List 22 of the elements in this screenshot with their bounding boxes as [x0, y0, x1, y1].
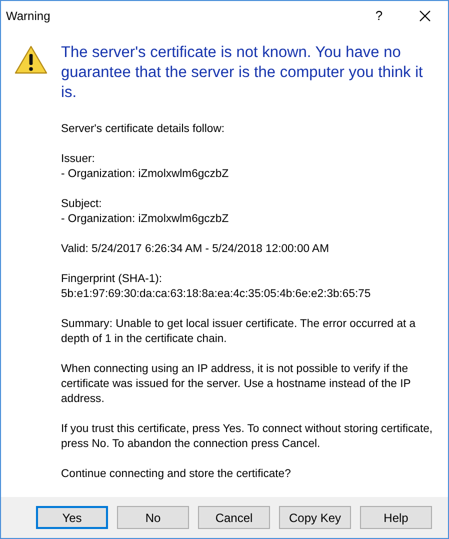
dialog-button[interactable]: Help	[360, 506, 432, 529]
message-text: 5b:e1:97:69:30:da:ca:63:18:8a:ea:4c:35:05:4b:6e:e2:3b:65:75	[61, 287, 372, 302]
message-text: Continue connecting and store the certificate?	[61, 467, 292, 482]
dialog-button[interactable]: No	[117, 506, 189, 529]
warning-icon	[14, 45, 48, 75]
dialog-button[interactable]: Yes	[36, 506, 108, 529]
message-text: Valid: 5/24/2017 6:26:34 AM - 5/24/2018 12:00:00 AM	[61, 242, 330, 257]
dialog-button[interactable]: Cancel	[198, 506, 270, 529]
message-text: - Organization: iZmolxwlm6gczbZ	[61, 167, 230, 182]
close-icon	[419, 10, 431, 22]
message-text: Server's certificate details follow:	[61, 122, 226, 137]
dialog-button[interactable]: Copy Key	[279, 506, 351, 529]
warning-heading: The server's certificate is not known. You have no guarantee that the server is the computer you think it is.	[61, 43, 424, 103]
help-button[interactable]: ?	[356, 1, 402, 30]
window-title: Warning	[5, 8, 52, 22]
message-text: Fingerprint (SHA-1):	[61, 272, 164, 287]
message-text: Subject:	[61, 197, 103, 212]
message-text: If you trust this certificate, press Yes. To connect without storing certificate, press No. To abandon the connection press Cancel.	[61, 422, 433, 452]
message-text: Summary: Unable to get local issuer certificate. The error occurred at a depth of 1 in the certificate chain.	[61, 317, 417, 347]
message-text: When connecting using an IP address, it is not possible to verify if the certificate was issued for the server. Use a hostname instead of the IP address.	[61, 362, 412, 407]
message-text: Issuer:	[61, 152, 96, 167]
message-text: - Organization: iZmolxwlm6gczbZ	[61, 212, 230, 227]
